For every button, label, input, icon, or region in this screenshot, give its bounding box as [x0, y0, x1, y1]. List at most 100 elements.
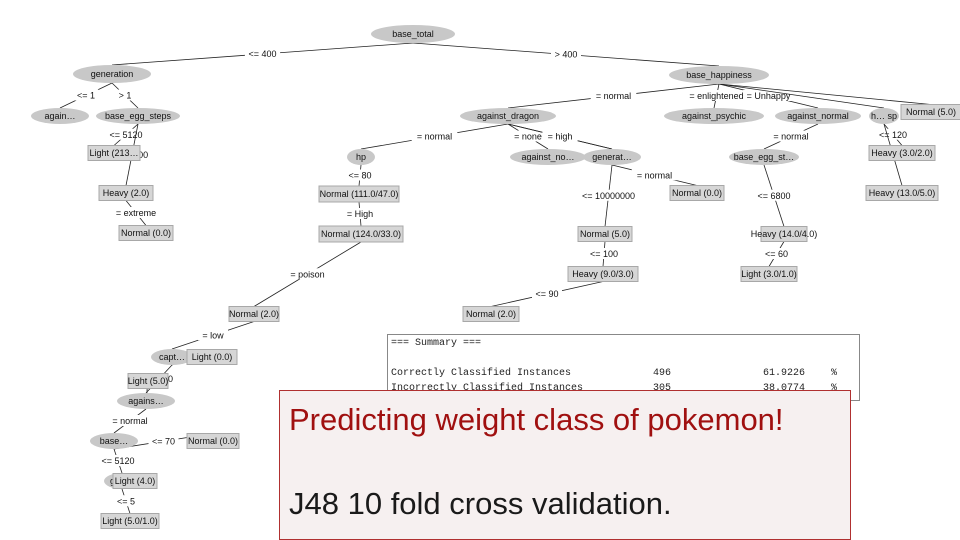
split-node: base_happiness [669, 66, 769, 84]
edge-label: <= 400 [248, 49, 276, 59]
edge-label: <= 70 [152, 436, 175, 446]
split-node: h… sp [869, 108, 899, 124]
leaf-node: Light (5.0) [127, 373, 169, 389]
split-node: base_egg_st… [729, 149, 799, 165]
edge-label: = poison [290, 269, 324, 279]
node-label: generat… [592, 152, 632, 162]
node-label: base_egg_st… [734, 152, 795, 162]
node-label: Light (5.0) [128, 376, 169, 386]
node-label: Light (0.0) [192, 352, 233, 362]
node-label: against_dragon [477, 111, 539, 121]
split-node: hp [347, 149, 375, 165]
split-node: generation [73, 65, 151, 83]
split-node: agains… [117, 393, 175, 409]
node-label: Light (5.0/1.0) [102, 516, 158, 526]
edge-label: > 1 [119, 91, 132, 101]
edge-label: <= 60 [765, 249, 788, 259]
node-label: Heavy (3.0/2.0) [871, 148, 933, 158]
node-label: against_no… [521, 152, 574, 162]
node-label: Heavy (14.0/4.0) [751, 229, 818, 239]
node-label: Normal (2.0) [466, 309, 516, 319]
node-label: against_normal [787, 111, 849, 121]
node-label: Normal (0.0) [672, 188, 722, 198]
leaf-node: Light (213… [87, 145, 141, 161]
leaf-node: Light (0.0) [186, 349, 238, 365]
summary-count: 496 [653, 368, 672, 379]
leaf-node: Heavy (3.0/2.0) [868, 145, 936, 161]
node-label: Normal (0.0) [188, 436, 238, 446]
edge-label: <= 5120 [109, 130, 142, 140]
node-label: agains… [128, 396, 164, 406]
summary-unit: % [831, 368, 838, 379]
node-label: generation [91, 69, 134, 79]
edge-label: <= 5120 [101, 456, 134, 466]
node-label: Normal (124.0/33.0) [321, 229, 401, 239]
leaf-node: Normal (0.0) [186, 433, 240, 449]
node-label: Normal (2.0) [229, 309, 279, 319]
node-label: against_psychic [682, 111, 747, 121]
split-node: generat… [583, 149, 641, 165]
node-label: Heavy (9.0/3.0) [572, 269, 634, 279]
edge-label: = extreme [116, 208, 156, 218]
leaf-node: Normal (124.0/33.0) [318, 225, 404, 243]
split-node: base_total [371, 25, 455, 43]
split-node: against_normal [775, 108, 861, 124]
caption-box: Predicting weight class of pokemon! J48 … [279, 390, 851, 540]
node-label: base_egg_steps [105, 111, 172, 121]
summary-percent: 61.9226 [763, 368, 806, 379]
leaf-node: Heavy (2.0) [98, 185, 154, 201]
edge-label: = normal [417, 132, 452, 142]
leaf-node: Light (5.0/1.0) [100, 513, 160, 529]
node-label: h… sp [871, 111, 897, 121]
edge-label: <= 6800 [757, 191, 790, 201]
node-label: Light (4.0) [115, 476, 156, 486]
edge-label: = normal [637, 170, 672, 180]
caption-title: Predicting weight class of pokemon! [289, 402, 784, 437]
edge-label: = high [548, 132, 573, 142]
split-node: base_egg_steps [96, 108, 180, 124]
leaf-node: Normal (2.0) [462, 306, 520, 322]
leaf-node: Heavy (13.0/5.0) [865, 185, 939, 201]
node-label: Normal (5.0) [580, 229, 630, 239]
node-label: base_happiness [686, 70, 752, 80]
node-label: again… [44, 111, 75, 121]
node-label: base_total [392, 29, 434, 39]
edge-label: = normal [596, 91, 631, 101]
leaf-node: Heavy (14.0/4.0) [751, 226, 818, 242]
edge-label: = none [514, 132, 542, 142]
edge-label: <= 5 [117, 496, 135, 506]
node-label: hp [356, 152, 366, 162]
edge-label: = enlightened [689, 91, 743, 101]
edge-label: = High [347, 209, 373, 219]
leaf-node: Normal (111.0/47.0) [318, 185, 400, 203]
edge-label: <= 10000000 [582, 191, 635, 201]
summary-header: === Summary === [391, 338, 482, 349]
node-label: Heavy (13.0/5.0) [869, 188, 936, 198]
edge-label: <= 90 [535, 289, 558, 299]
leaf-node: Normal (2.0) [228, 306, 280, 322]
split-node: against_dragon [460, 108, 556, 124]
edge-label: > 400 [555, 50, 578, 60]
split-node: against_no… [510, 149, 586, 165]
caption-subtitle: J48 10 fold cross validation. [289, 486, 672, 521]
leaf-node: Heavy (9.0/3.0) [567, 266, 639, 282]
edge-label: <= 100 [590, 249, 618, 259]
node-label: capt… [159, 352, 185, 362]
leaf-node: Normal (5.0) [900, 104, 960, 120]
node-label: Normal (0.0) [121, 228, 171, 238]
leaf-node: Normal (5.0) [577, 226, 633, 242]
split-node: against_psychic [664, 108, 764, 124]
split-node: base… [90, 433, 138, 449]
node-label: base… [100, 436, 129, 446]
leaf-node: Normal (0.0) [118, 225, 174, 241]
edge-label: = low [202, 330, 224, 340]
split-node: again… [31, 108, 89, 124]
node-label: Normal (5.0) [906, 107, 956, 117]
leaf-node: Light (3.0/1.0) [740, 266, 798, 282]
edge-label: <= 80 [348, 171, 371, 181]
node-label: Light (3.0/1.0) [741, 269, 797, 279]
leaf-node: Light (4.0) [112, 473, 158, 489]
edge-label: = normal [112, 416, 147, 426]
node-label: Normal (111.0/47.0) [320, 189, 399, 199]
node-label: Heavy (2.0) [103, 188, 150, 198]
